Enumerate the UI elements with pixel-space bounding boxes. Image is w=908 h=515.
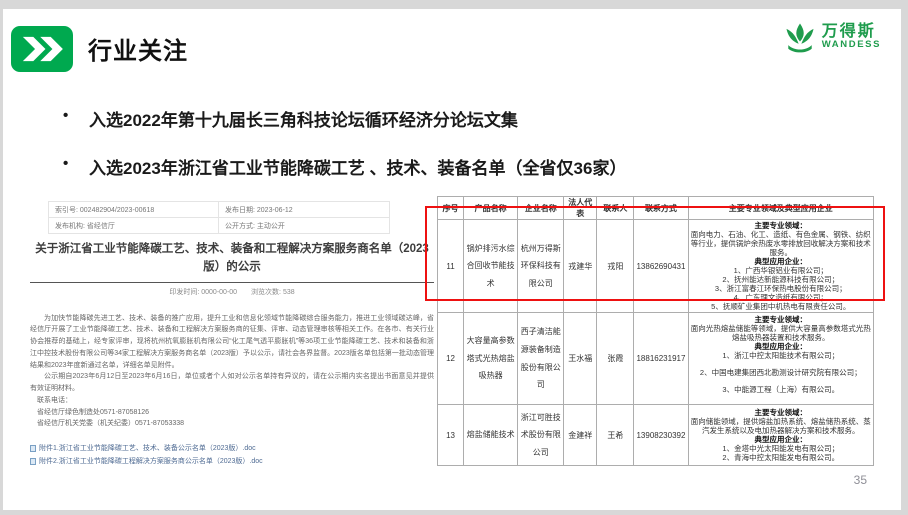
doc-contact-line: 省经信厅机关党委（机关纪委）0571-87053338	[30, 418, 434, 430]
domain-label: 主要专业领域：	[691, 408, 872, 417]
attachment-label: 附件1.浙江省工业节能降碳工艺、技术、装备公示名单（2023版）.doc	[39, 443, 256, 453]
app-item: 2、青海中控太阳能发电有限公司。	[691, 453, 872, 462]
doc-attachments: 附件1.浙江省工业节能降碳工艺、技术、装备公示名单（2023版）.doc 附件2…	[30, 443, 434, 466]
cell-phone: 13908230392	[634, 405, 688, 466]
col-domain: 主要专业领域及典型应用企业	[688, 197, 874, 220]
bullet-list: • 入选2022年第十九届长三角科技论坛循环经济分论坛文集 • 入选2023年浙…	[63, 106, 743, 202]
doc-paragraph: 为加快节能降碳先进工艺、技术、装备的推广应用，提升工业和信息化领域节能降碳综合服…	[30, 313, 434, 372]
cell-seq: 13	[438, 405, 464, 466]
bullet-text: 入选2022年第十九届长三角科技论坛循环经济分论坛文集	[89, 106, 518, 131]
col-legal: 法人代表	[564, 197, 597, 220]
cell-product: 熔盐储能技术	[464, 405, 518, 466]
domain-label: 主要专业领域：	[691, 315, 872, 324]
doc-paragraph: 公示期自2023年6月12日至2023年6月16日，单位或者个人如对公示名单持有…	[30, 371, 434, 395]
table-header-row: 序号 产品名称 企业名称 法人代表 联系人 联系方式 主要专业领域及典型应用企业	[438, 197, 874, 220]
app-item: 1、浙江中控太阳能技术有限公司；	[691, 351, 872, 360]
domain-text: 面向电力、石油、化工、造纸、有色金属、钢铁、纺织等行业，提供锅炉余热废水零排放回…	[691, 230, 872, 257]
col-company: 企业名称	[518, 197, 564, 220]
cell-company: 浙江可胜技术股份有限公司	[518, 405, 564, 466]
app-item: 2、抚州能达新能源科技有限公司；	[691, 275, 872, 284]
doc-meta-index: 索引号: 002482904/2023-00618	[49, 202, 219, 218]
doc-subinfo: 印发时间: 0000-00-00 浏览次数: 538	[30, 287, 434, 297]
cell-legal: 戎建华	[564, 220, 597, 313]
domain-label: 主要专业领域：	[691, 221, 872, 230]
cell-seq: 11	[438, 220, 464, 313]
slide: 行业关注 万得斯 WANDESS • 入选2022年第十九届长三角科技论坛循环经…	[3, 9, 901, 510]
doc-contact-line: 联系电话：	[30, 395, 434, 407]
attachment-label: 附件2.浙江省工业节能降碳工程解决方案服务商公示名单（2023版）.doc	[39, 456, 263, 466]
doc-divider	[30, 282, 434, 283]
cell-contact: 戎阳	[597, 220, 634, 313]
bullet-item: • 入选2023年浙江省工业节能降碳工艺 、技术、装备名单（全省仅36家）	[63, 154, 743, 179]
col-phone: 联系方式	[634, 197, 688, 220]
page-title: 行业关注	[88, 31, 188, 66]
page-number: 35	[854, 473, 867, 487]
col-product: 产品名称	[464, 197, 518, 220]
doc-icon	[30, 458, 36, 465]
domain-text: 面向储能领域，提供熔盐加热系统、熔盐储热系统、蒸汽发生系统以及电加热器解决方案和…	[691, 417, 872, 435]
cell-legal: 王水福	[564, 313, 597, 405]
app-item: 4、广东理文造纸有限公司；	[691, 293, 872, 302]
fast-forward-icon	[11, 26, 73, 72]
brand-logo: 万得斯 WANDESS	[782, 19, 881, 55]
cell-contact: 张霞	[597, 313, 634, 405]
apps-label: 典型应用企业：	[691, 342, 872, 351]
brand-name: 万得斯	[822, 24, 881, 41]
app-item: 3、浙江富春江环保热电股份有限公司；	[691, 284, 872, 293]
double-chevron-icon	[15, 29, 69, 69]
app-item: 2、中国电建集团西北勘测设计研究院有限公司；	[691, 368, 872, 377]
domain-text: 面向光热熔盐储能等领域，提供大容量高参数塔式光热熔盐吸热器装置和技术服务。	[691, 324, 872, 342]
brand-subname: WANDESS	[822, 40, 881, 50]
col-seq: 序号	[438, 197, 464, 220]
leaf-icon	[782, 19, 818, 55]
doc-meta-date: 发布日期: 2023-06-12	[219, 202, 390, 218]
table-row: 12 大容量高参数塔式光热熔盐吸热器 西子清洁能源装备制造股份有限公司 王水福 …	[438, 313, 874, 405]
attachment-link[interactable]: 附件1.浙江省工业节能降碳工艺、技术、装备公示名单（2023版）.doc	[30, 443, 434, 453]
cell-product: 锅炉排污水综合回收节能技术	[464, 220, 518, 313]
doc-meta-org: 发布机构: 省经信厅	[49, 218, 219, 234]
cell-domain-detail: 主要专业领域： 面向光热熔盐储能等领域，提供大容量高参数塔式光热熔盐吸热器装置和…	[688, 313, 874, 405]
app-item: 5、抚顺矿业集团中机热电有限责任公司。	[691, 302, 872, 311]
bullet-item: • 入选2022年第十九届长三角科技论坛循环经济分论坛文集	[63, 106, 743, 131]
bullet-text: 入选2023年浙江省工业节能降碳工艺 、技术、装备名单（全省仅36家）	[89, 154, 626, 179]
doc-title: 关于浙江省工业节能降碳工艺、技术、装备和工程解决方案服务商名单（2023版）的公…	[30, 241, 434, 277]
bullet-dot: •	[63, 154, 89, 179]
cell-legal: 金建祥	[564, 405, 597, 466]
cell-domain-detail: 主要专业领域： 面向电力、石油、化工、造纸、有色金属、钢铁、纺织等行业，提供锅炉…	[688, 220, 874, 313]
apps-label: 典型应用企业：	[691, 257, 872, 266]
col-contact: 联系人	[597, 197, 634, 220]
app-item: 1、广西华银铝业有限公司；	[691, 266, 872, 275]
app-item: 3、中能源工程（上海）有限公司。	[691, 385, 872, 394]
cell-domain-detail: 主要专业领域： 面向储能领域，提供熔盐加热系统、熔盐储热系统、蒸汽发生系统以及电…	[688, 405, 874, 466]
industry-table: 序号 产品名称 企业名称 法人代表 联系人 联系方式 主要专业领域及典型应用企业…	[437, 196, 874, 466]
doc-contact-line: 省经信厅绿色制造处0571-87058126	[30, 407, 434, 419]
industry-table-wrap: 序号 产品名称 企业名称 法人代表 联系人 联系方式 主要专业领域及典型应用企业…	[437, 196, 874, 466]
table-row: 11 锅炉排污水综合回收节能技术 杭州万得斯环保科技有限公司 戎建华 戎阳 13…	[438, 220, 874, 313]
document-panel: 索引号: 002482904/2023-00618 发布日期: 2023-06-…	[30, 201, 434, 466]
doc-meta-method: 公开方式: 主动公开	[219, 218, 390, 234]
cell-phone: 13862690431	[634, 220, 688, 313]
bullet-dot: •	[63, 106, 89, 131]
apps-label: 典型应用企业：	[691, 435, 872, 444]
attachment-link[interactable]: 附件2.浙江省工业节能降碳工程解决方案服务商公示名单（2023版）.doc	[30, 456, 434, 466]
doc-meta-table: 索引号: 002482904/2023-00618 发布日期: 2023-06-…	[48, 201, 390, 234]
cell-company: 杭州万得斯环保科技有限公司	[518, 220, 564, 313]
cell-product: 大容量高参数塔式光热熔盐吸热器	[464, 313, 518, 405]
doc-icon	[30, 445, 36, 452]
cell-seq: 12	[438, 313, 464, 405]
app-item: 1、金塔中光太阳能发电有限公司；	[691, 444, 872, 453]
table-row: 13 熔盐储能技术 浙江可胜技术股份有限公司 金建祥 王希 1390823039…	[438, 405, 874, 466]
cell-phone: 18816231917	[634, 313, 688, 405]
cell-contact: 王希	[597, 405, 634, 466]
cell-company: 西子清洁能源装备制造股份有限公司	[518, 313, 564, 405]
doc-body: 为加快节能降碳先进工艺、技术、装备的推广应用，提升工业和信息化领域节能降碳综合服…	[30, 313, 434, 431]
